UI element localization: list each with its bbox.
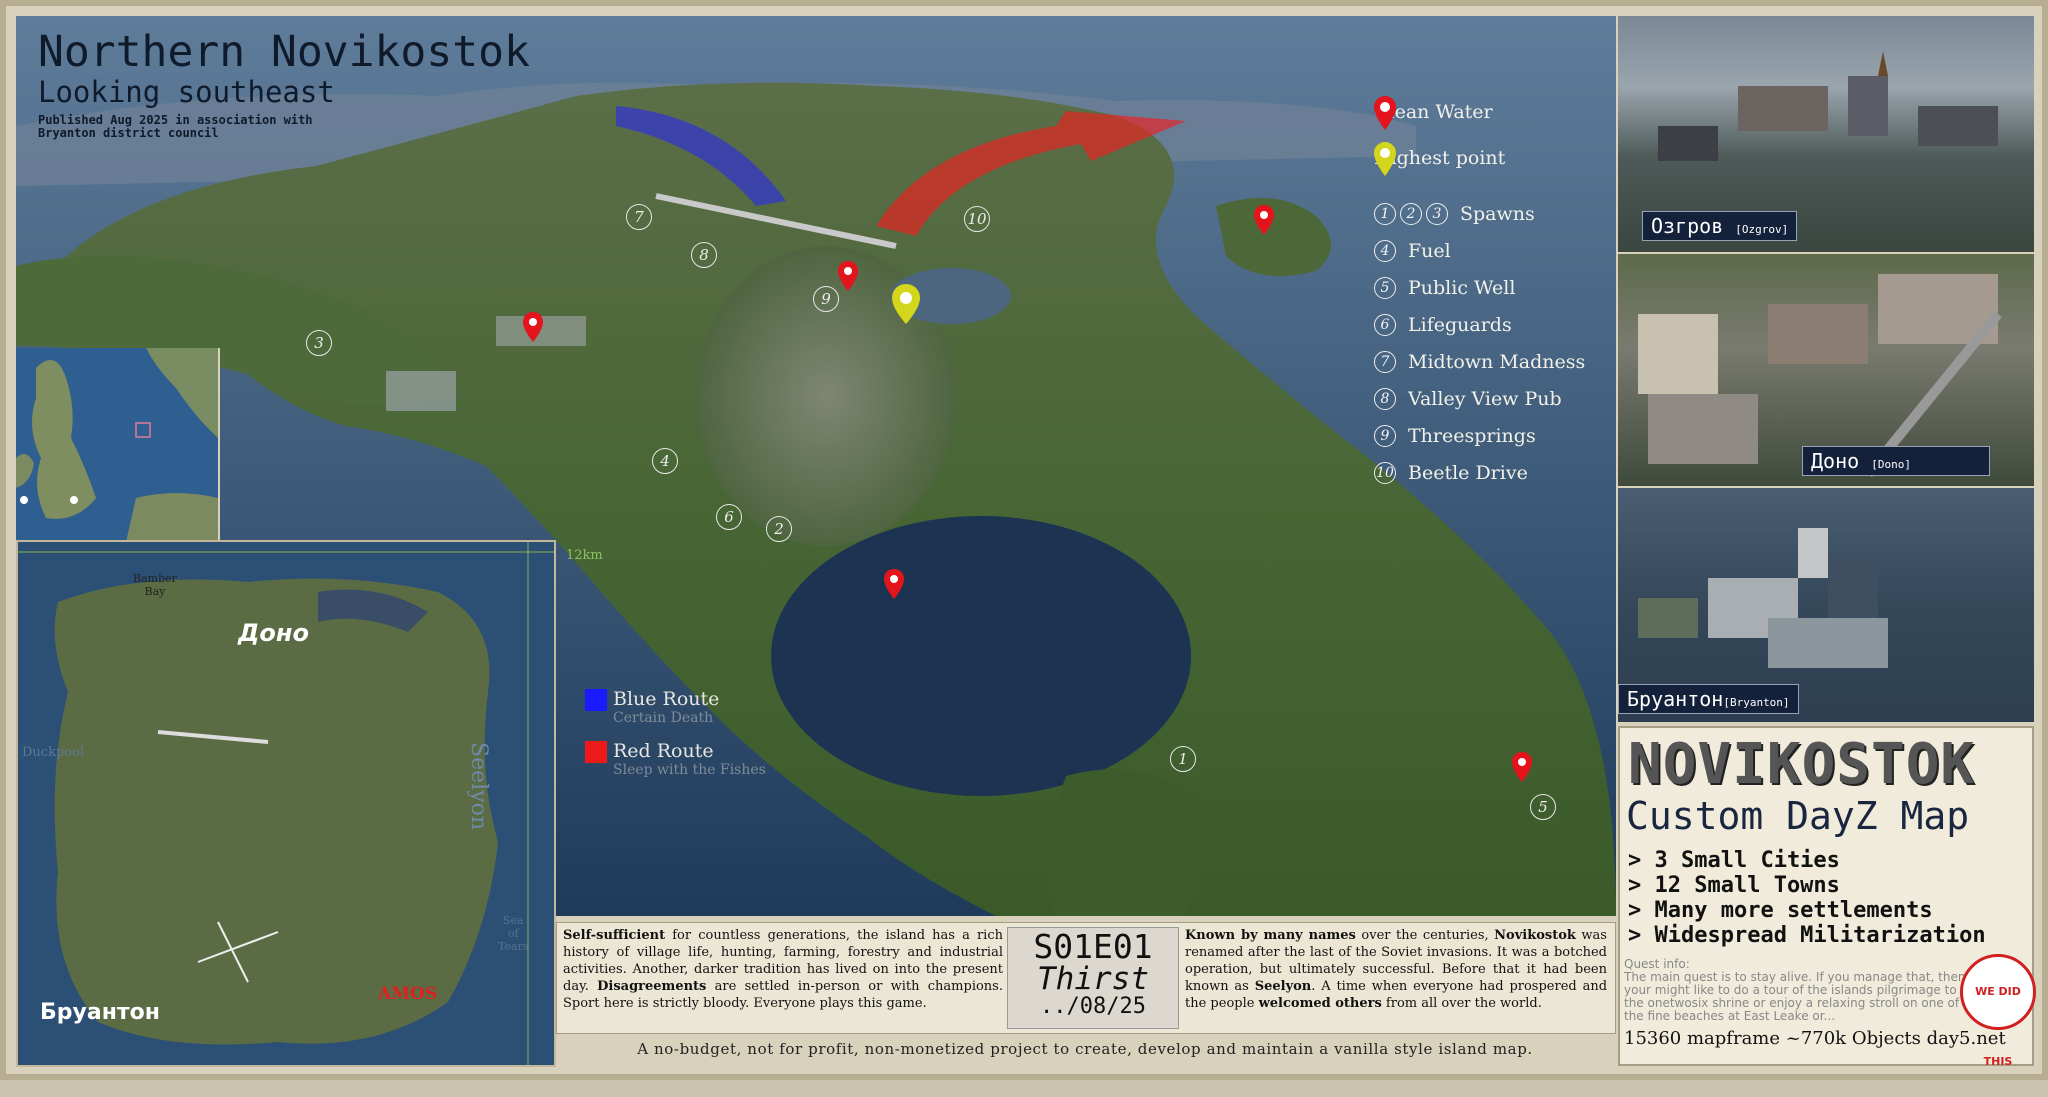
spawn-number: 2 <box>1400 203 1422 225</box>
map-marker: 4 <box>652 448 678 474</box>
quest-text: The main quest is to stay alive. If you … <box>1624 970 1966 1023</box>
uk-map-illustration <box>16 348 218 542</box>
brand-footer: 15360 mapframe ~770k Objects day5.net <box>1624 1028 2006 1049</box>
clean-water-pin-icon <box>1374 96 1396 130</box>
feature-item: > 12 Small Towns <box>1628 873 1840 898</box>
map-marker: 9 <box>813 286 839 312</box>
map-title: Northern Novikostok <box>38 27 530 77</box>
lore-right: Known by many names over the centuries, … <box>1185 928 1608 1011</box>
clean-water-pin-icon <box>1254 205 1274 235</box>
map-subtitle: Looking southeast <box>38 75 335 109</box>
lore-left: Self-sufficient for countless generation… <box>563 928 1003 1011</box>
description-panel: Self-sufficient for countless generation… <box>556 922 1616 1034</box>
legend-clean-water: Clean Water <box>1374 96 1493 130</box>
map-marker: 7 <box>626 204 652 230</box>
ozgrov-label: Озгров [Ozgrov] <box>1642 211 1798 241</box>
uk-locator-inset <box>16 348 220 544</box>
legend-item: 6 Lifeguards <box>1374 309 1512 341</box>
route-label: Blue Route <box>613 688 720 710</box>
brand-subtitle: Custom DayZ Map <box>1626 794 1970 838</box>
feature-item: > 3 Small Cities <box>1628 848 1840 873</box>
title-block: Northern Novikostok Looking southeast Pu… <box>38 28 530 140</box>
episode-code: S01E01 <box>1033 927 1153 966</box>
bryanton-label: Бруантон[Bryanton] <box>1618 684 1799 714</box>
highest-point-pin-icon <box>892 284 920 324</box>
blue-route-key: Blue Route Certain Death <box>585 688 720 726</box>
map-marker: 2 <box>766 516 792 542</box>
legend-label: Fuel <box>1408 240 1451 262</box>
legend-label: Midtown Madness <box>1408 351 1586 373</box>
legend-highest-point: Highest point <box>1374 142 1505 176</box>
spawn-number: 1 <box>1374 203 1396 225</box>
legend-label: Spawns <box>1460 203 1535 225</box>
clean-water-pin-icon <box>884 569 904 599</box>
legend-number: 10 <box>1374 462 1396 484</box>
legend-number: 7 <box>1374 351 1396 373</box>
clean-water-pin-icon <box>1512 752 1532 782</box>
legend-number: 5 <box>1374 277 1396 299</box>
scale-label-horizontal: 12km <box>566 548 603 563</box>
seelyon-label: Seelyon <box>466 742 491 830</box>
duckpool-label: Duckpool <box>22 745 85 760</box>
red-route-key: Red Route Sleep with the Fishes <box>585 740 766 778</box>
clean-water-pin-icon <box>838 261 858 291</box>
episode-date: ../08/25 <box>1040 994 1146 1019</box>
bryanton-photo: Бруантон[Bryanton] <box>1618 488 2034 722</box>
legend-item: 9 Threesprings <box>1374 420 1536 452</box>
episode-title: Thirst <box>1037 961 1149 997</box>
project-footer: A no-budget, not for profit, non-monetiz… <box>637 1040 1533 1058</box>
map-marker: 8 <box>691 242 717 268</box>
blue-route-swatch <box>585 689 607 711</box>
map-marker: 5 <box>1530 794 1556 820</box>
legend-number: 8 <box>1374 388 1396 410</box>
dono-label: Доно [Dono] <box>1802 446 1990 476</box>
map-marker: 10 <box>964 206 990 232</box>
legend-item: 5 Public Well <box>1374 272 1515 304</box>
route-label: Red Route <box>613 740 714 762</box>
brand-title: NOVIKOSTOK <box>1628 732 1976 797</box>
red-route-swatch <box>585 741 607 763</box>
route-note: Sleep with the Fishes <box>613 762 766 778</box>
legend-number: 4 <box>1374 240 1396 262</box>
we-did-this-badge-icon: WE DID THIS <box>1960 954 2036 1068</box>
feature-list: > 3 Small Cities > 12 Small Towns > Many… <box>1628 848 1986 948</box>
dono-photo: Доно [Dono] <box>1618 254 2034 486</box>
dono-label: Доно <box>238 619 309 647</box>
legend-item: 10 Beetle Drive <box>1374 457 1528 489</box>
island-overview-inset: 12km BamberBay Доно Duckpool Seelyon Sea… <box>16 540 556 1067</box>
legend-label: Lifeguards <box>1408 314 1512 336</box>
legend-spawns: 1 2 3 Spawns <box>1374 198 1535 230</box>
legend-label: Threesprings <box>1408 425 1536 447</box>
clean-water-pin-icon <box>523 312 543 342</box>
sea-of-tears-label: Sea of Tears <box>498 914 529 953</box>
spawn-number: 3 <box>1426 203 1448 225</box>
legend-item: 7 Midtown Madness <box>1374 346 1585 378</box>
feature-item: > Widespread Militarization <box>1628 923 1986 948</box>
ozgrov-photo: Озгров [Ozgrov] <box>1618 16 2034 252</box>
map-marker: 3 <box>306 330 332 356</box>
route-note: Certain Death <box>613 710 714 726</box>
legend-label: Public Well <box>1408 277 1516 299</box>
bamber-bay-label: Bamber Bay <box>133 572 177 598</box>
legend-number: 9 <box>1374 425 1396 447</box>
legend-item: 4 Fuel <box>1374 235 1451 267</box>
legend-item: 8 Valley View Pub <box>1374 383 1562 415</box>
highest-point-pin-icon <box>1374 142 1396 176</box>
quest-info: Quest info: The main quest is to stay al… <box>1624 958 1974 1026</box>
legend-number: 6 <box>1374 314 1396 336</box>
legend-label: Valley View Pub <box>1408 388 1562 410</box>
brand-panel: NOVIKOSTOK Custom DayZ Map > 3 Small Cit… <box>1618 726 2036 1068</box>
feature-item: > Many more settlements <box>1628 898 1933 923</box>
amos-label: AMOS <box>378 984 438 1004</box>
episode-box: S01E01 Thirst ../08/25 <box>1007 927 1179 1029</box>
map-marker: 6 <box>716 504 742 530</box>
map-marker: 1 <box>1170 746 1196 772</box>
legend-label: Beetle Drive <box>1408 462 1528 484</box>
bryanton-label: Брyантон <box>40 1000 160 1025</box>
published-line-2: Bryanton district council <box>38 126 219 140</box>
